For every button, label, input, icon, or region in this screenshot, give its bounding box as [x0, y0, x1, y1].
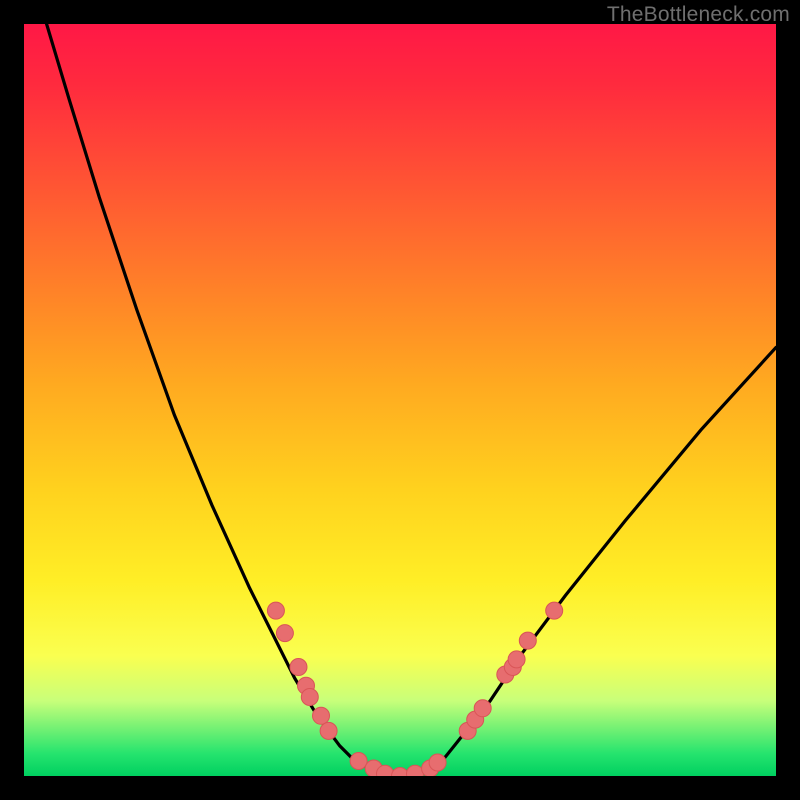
- chart-frame: TheBottleneck.com: [0, 0, 800, 800]
- datapoint: [508, 651, 525, 668]
- datapoint: [320, 722, 337, 739]
- datapoint: [301, 689, 318, 706]
- datapoint: [313, 707, 330, 724]
- datapoint: [519, 632, 536, 649]
- datapoint: [276, 625, 293, 642]
- chart-svg: [24, 24, 776, 776]
- datapoint: [429, 754, 446, 771]
- datapoints-group: [267, 602, 562, 776]
- plot-area: [24, 24, 776, 776]
- datapoint: [474, 700, 491, 717]
- datapoint: [407, 765, 424, 776]
- datapoint: [350, 753, 367, 770]
- datapoint: [392, 768, 409, 777]
- datapoint: [267, 602, 284, 619]
- bottleneck-curve-path: [24, 24, 776, 776]
- datapoint: [290, 659, 307, 676]
- datapoint: [546, 602, 563, 619]
